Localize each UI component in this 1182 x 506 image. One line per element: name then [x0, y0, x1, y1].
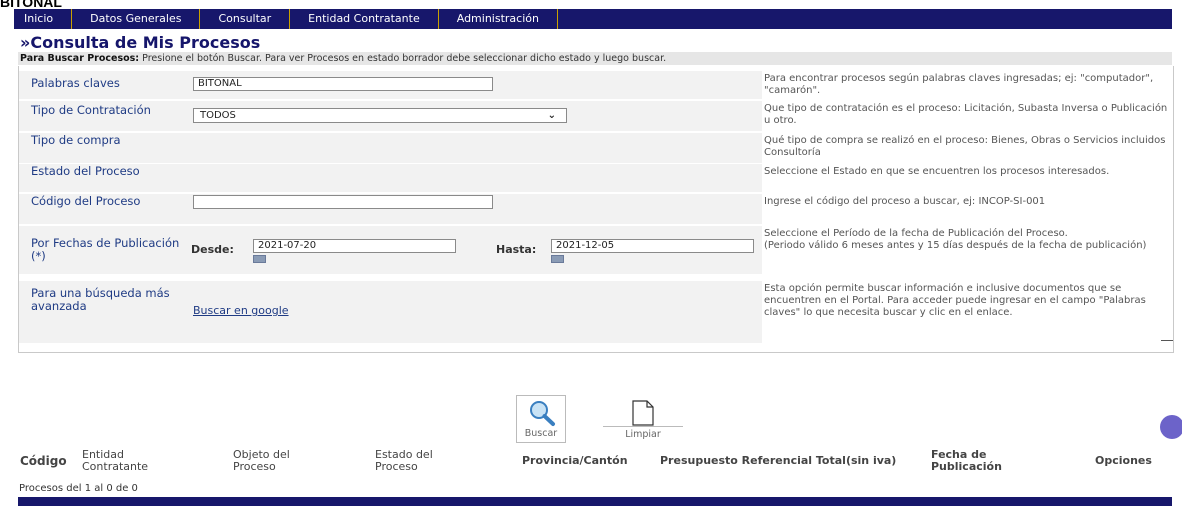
codigo-help: Ingrese el código del proceso a buscar, …	[764, 196, 1046, 207]
hasta-label: Hasta:	[496, 243, 537, 256]
tipo-contratacion-cell: TODOS ⌄	[185, 101, 762, 131]
search-form: Palabras claves BITONAL Para encontrar p…	[18, 66, 1174, 353]
calendar-icon[interactable]	[551, 255, 564, 263]
calendar-icon[interactable]	[253, 255, 266, 263]
fechas-cell: Desde: 2021-07-20 Hasta: 2021-12-05	[185, 226, 762, 274]
row-tipo-compra: Tipo de compra Qué tipo de compra se rea…	[19, 133, 1173, 163]
th-codigo: Código	[20, 454, 67, 468]
row-codigo: Código del Proceso Ingrese el código del…	[19, 194, 1173, 224]
th-opciones: Opciones	[1095, 454, 1152, 467]
procesos-count: Procesos del 1 al 0 de 0	[19, 483, 138, 494]
nav-consultar[interactable]: Consultar	[200, 9, 291, 29]
th-entidad: Entidad Contratante	[82, 448, 149, 473]
floating-action-button[interactable]	[1160, 415, 1182, 439]
codigo-label: Código del Proceso	[19, 194, 185, 224]
buscar-label: Buscar	[524, 428, 558, 439]
fechas-label: Por Fechas de Publicación (*)	[19, 226, 185, 274]
instructions-bar: Para Buscar Procesos: Presione el botón …	[18, 52, 1172, 65]
page-title: »Consulta de Mis Procesos	[20, 33, 261, 52]
row-tipo-contratacion: Tipo de Contratación TODOS ⌄ Que tipo de…	[19, 101, 1173, 131]
nav-inicio[interactable]: Inicio	[14, 9, 73, 29]
th-provincia: Provincia/Cantón	[522, 454, 628, 467]
codigo-input[interactable]	[193, 195, 493, 209]
main-navbar: Inicio Datos Generales Consultar Entidad…	[14, 9, 1172, 29]
nav-entidad-contratante[interactable]: Entidad Contratante	[290, 9, 439, 29]
tipo-compra-help: Qué tipo de compra se realizó en el proc…	[764, 135, 1166, 158]
row-avanzada: Para una búsqueda más avanzada Buscar en…	[19, 281, 1173, 343]
google-search-link[interactable]: Buscar en google	[193, 304, 289, 317]
th-fecha: Fecha de Publicación	[931, 448, 1002, 473]
tipo-contratacion-value: TODOS	[200, 110, 236, 121]
buscar-button[interactable]: Buscar	[516, 395, 566, 443]
estado-cell	[185, 164, 762, 192]
limpiar-button[interactable]: Limpiar	[603, 398, 683, 443]
desde-input[interactable]: 2021-07-20	[253, 239, 456, 253]
search-icon	[530, 401, 555, 426]
tipo-contratacion-select[interactable]: TODOS ⌄	[193, 108, 567, 123]
codigo-cell	[185, 194, 762, 224]
desde-label: Desde:	[191, 243, 234, 256]
th-estado: Estado del Proceso	[375, 448, 433, 473]
nav-administracion[interactable]: Administración	[439, 9, 558, 29]
avanzada-label: Para una búsqueda más avanzada	[19, 281, 185, 343]
limpiar-label: Limpiar	[603, 426, 683, 440]
palabras-cell: BITONAL	[185, 71, 762, 99]
row-estado: Estado del Proceso Seleccione el Estado …	[19, 164, 1173, 192]
footer-bar	[18, 497, 1172, 506]
instructions-bold: Para Buscar Procesos:	[20, 53, 140, 64]
tipo-contratacion-label: Tipo de Contratación	[19, 101, 185, 131]
hasta-input[interactable]: 2021-12-05	[551, 239, 754, 253]
palabras-label: Palabras claves	[19, 71, 185, 99]
row-palabras: Palabras claves BITONAL Para encontrar p…	[19, 71, 1173, 99]
nav-datos-generales[interactable]: Datos Generales	[72, 9, 201, 29]
document-icon	[632, 400, 654, 426]
estado-label: Estado del Proceso	[19, 164, 185, 192]
avanzada-cell: Buscar en google	[185, 281, 762, 343]
tipo-compra-label: Tipo de compra	[19, 133, 185, 163]
palabras-input[interactable]: BITONAL	[193, 77, 493, 91]
tipo-compra-cell	[185, 133, 762, 163]
palabras-help: Para encontrar procesos según palabras c…	[764, 73, 1154, 96]
fechas-help: Seleccione el Período de la fecha de Pub…	[764, 228, 1147, 251]
instructions-text: Presione el botón Buscar. Para ver Proce…	[139, 53, 667, 64]
avanzada-help: Esta opción permite buscar información e…	[764, 283, 1146, 318]
tipo-contratacion-help: Que tipo de contratación es el proceso: …	[764, 103, 1168, 126]
th-objeto: Objeto del Proceso	[233, 448, 290, 473]
divider	[1161, 340, 1173, 341]
row-fechas: Por Fechas de Publicación (*) Desde: 202…	[19, 226, 1173, 274]
estado-help: Seleccione el Estado en que se encuentre…	[764, 166, 1110, 177]
th-presupuesto: Presupuesto Referencial Total(sin iva)	[660, 454, 897, 467]
chevron-down-icon: ⌄	[547, 110, 556, 121]
results-table-header: Código Entidad Contratante Objeto del Pr…	[18, 447, 1172, 475]
